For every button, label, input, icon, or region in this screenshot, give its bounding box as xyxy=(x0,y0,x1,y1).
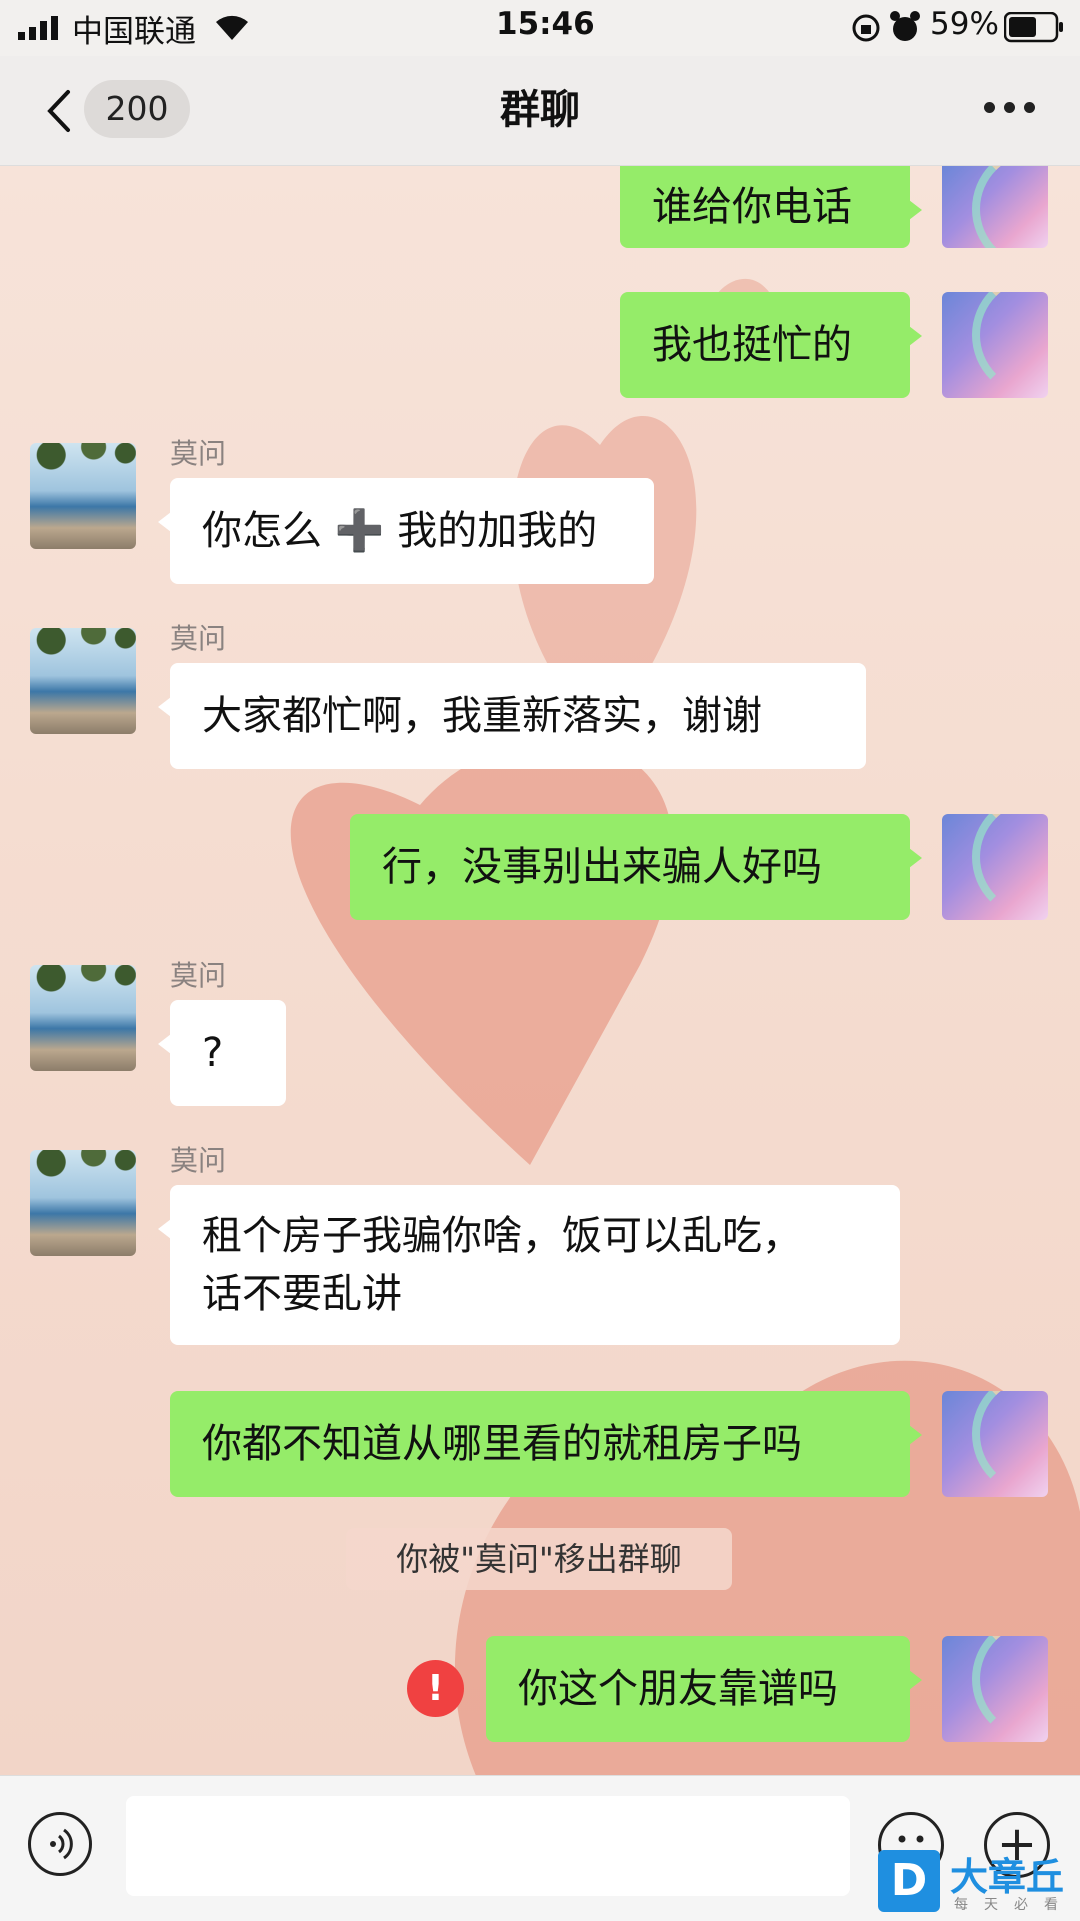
message-text: 你怎么 ➕ 我的加我的 xyxy=(202,508,598,554)
message-text: 行，没事别出来骗人好吗 xyxy=(382,844,822,890)
battery-icon xyxy=(1004,12,1063,43)
contact-avatar[interactable] xyxy=(30,628,136,734)
message-text-line: 话不要乱讲 xyxy=(202,1271,402,1317)
my-avatar[interactable] xyxy=(942,814,1048,920)
my-avatar[interactable] xyxy=(942,1391,1048,1497)
message-text: 谁给你电话 xyxy=(652,184,852,230)
watermark-icon: D xyxy=(878,1850,940,1912)
message-bubble-sent[interactable]: 行，没事别出来骗人好吗 xyxy=(350,814,922,920)
clock-label: 15:46 xyxy=(496,6,595,42)
more-icon[interactable] xyxy=(980,102,1040,122)
message-bubble-received[interactable]: ? xyxy=(158,1000,286,1106)
sender-name: 莫问 xyxy=(170,959,227,992)
battery-percent: 59% xyxy=(930,6,999,42)
message-text-line: 租个房子我骗你啥，饭可以乱吃， xyxy=(202,1213,802,1259)
message-bubble-sent[interactable]: 你这个朋友靠谱吗 xyxy=(486,1636,922,1742)
watermark-logo: D 大章丘 每天必看 xyxy=(878,1850,1078,1920)
system-notice: 你被"莫问"移出群聊 xyxy=(346,1528,732,1590)
message-text: 大家都忙啊，我重新落实，谢谢 xyxy=(202,693,762,739)
send-failed-icon[interactable]: ! xyxy=(407,1660,464,1717)
rotation-lock-icon xyxy=(852,14,880,42)
sender-name: 莫问 xyxy=(170,1144,227,1177)
message-input[interactable] xyxy=(126,1796,850,1896)
message-bubble-sent[interactable]: 我也挺忙的 xyxy=(620,292,922,398)
my-avatar[interactable] xyxy=(942,292,1048,398)
signal-icon xyxy=(18,16,58,40)
message-text: 你这个朋友靠谱吗 xyxy=(518,1666,838,1712)
chat-title: 群聊 xyxy=(500,87,580,133)
contact-avatar[interactable] xyxy=(30,1150,136,1256)
carrier-label: 中国联通 xyxy=(72,14,196,50)
message-bubble-sent[interactable]: 你都不知道从哪里看的就租房子吗 xyxy=(170,1391,922,1497)
back-arrow-icon[interactable] xyxy=(40,86,80,136)
status-bar: 中国联通 15:46 59% xyxy=(0,0,1080,56)
message-bubble-received[interactable]: 租个房子我骗你啥，饭可以乱吃， 话不要乱讲 xyxy=(158,1185,900,1345)
chat-header: 200 群聊 xyxy=(0,56,1080,166)
contact-avatar[interactable] xyxy=(30,965,136,1071)
message-text: 我也挺忙的 xyxy=(652,322,852,368)
sender-name: 莫问 xyxy=(170,622,227,655)
sender-name: 莫问 xyxy=(170,437,227,470)
contact-avatar[interactable] xyxy=(30,443,136,549)
watermark-name: 大章丘 xyxy=(950,1855,1065,1899)
voice-input-icon[interactable] xyxy=(28,1812,92,1876)
unread-count-badge[interactable]: 200 xyxy=(84,80,190,138)
message-bubble-received[interactable]: 你怎么 ➕ 我的加我的 xyxy=(158,478,654,584)
message-text: ? xyxy=(202,1030,224,1076)
alarm-icon xyxy=(890,11,920,41)
message-text: 你都不知道从哪里看的就租房子吗 xyxy=(202,1421,802,1467)
message-bubble-sent[interactable]: 谁给你电话 xyxy=(620,166,922,248)
message-bubble-received[interactable]: 大家都忙啊，我重新落实，谢谢 xyxy=(158,663,866,769)
my-avatar[interactable] xyxy=(942,166,1048,248)
wifi-icon xyxy=(216,15,248,40)
my-avatar[interactable] xyxy=(942,1636,1048,1742)
watermark-slogan: 每天必看 xyxy=(954,1897,1074,1913)
